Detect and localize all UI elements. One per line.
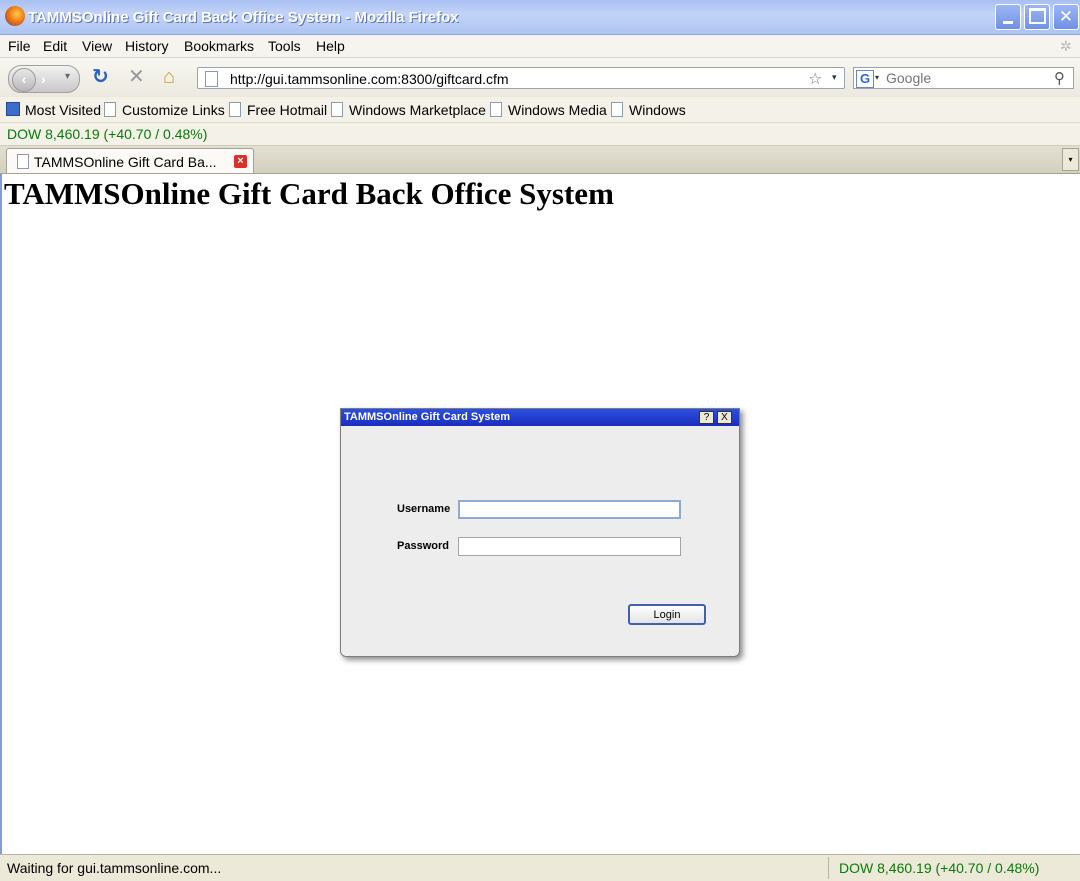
menu-help[interactable]: Help	[316, 38, 345, 54]
menu-edit[interactable]: Edit	[43, 38, 67, 54]
username-input[interactable]	[458, 500, 681, 519]
menu-history[interactable]: History	[125, 38, 169, 54]
password-label: Password	[397, 540, 449, 552]
bookmark-star-icon[interactable]: ☆	[808, 69, 822, 89]
login-button[interactable]: Login	[628, 604, 706, 625]
bookmarks-toolbar: Most Visited Customize Links Free Hotmai…	[0, 97, 1080, 123]
search-bar[interactable]: G ▾ ⚲	[853, 67, 1074, 89]
page-icon	[611, 102, 623, 117]
tab-list-button[interactable]: ▾	[1062, 148, 1079, 171]
page-icon	[205, 71, 218, 87]
close-window-button[interactable]: ✕	[1053, 4, 1079, 30]
firefox-logo-icon	[5, 6, 25, 26]
menu-view[interactable]: View	[82, 38, 112, 54]
bookmark-customize-links[interactable]: Customize Links	[104, 102, 225, 118]
page-icon	[104, 102, 116, 117]
throbber-icon: ✲	[1060, 38, 1072, 54]
history-dropdown-icon[interactable]: ▾	[65, 71, 70, 82]
status-text: Waiting for gui.tammsonline.com...	[7, 860, 222, 876]
reload-icon[interactable]: ↻	[92, 67, 109, 87]
maximize-button[interactable]	[1024, 4, 1050, 30]
bookmark-free-hotmail[interactable]: Free Hotmail	[229, 102, 327, 118]
password-input[interactable]	[458, 537, 681, 556]
close-icon: ✕	[1058, 7, 1074, 26]
chevron-down-icon: ▾	[1068, 155, 1073, 164]
status-divider	[828, 857, 829, 879]
minimize-icon	[1003, 21, 1013, 24]
back-forward-group: ‹ › ▾	[8, 65, 80, 93]
dialog-help-button[interactable]: ?	[699, 411, 714, 424]
maximize-icon	[1028, 8, 1046, 25]
most-visited-icon	[6, 102, 20, 116]
tab-giftcard[interactable]: TAMMSOnline Gift Card Ba... ×	[6, 148, 254, 173]
stock-ticker-bar: DOW 8,460.19 (+40.70 / 0.48%)	[0, 123, 1080, 146]
stock-ticker-text[interactable]: DOW 8,460.19 (+40.70 / 0.48%)	[7, 126, 207, 142]
dialog-titlebar[interactable]: TAMMSOnline Gift Card System ? X	[341, 409, 739, 426]
forward-button[interactable]: ›	[41, 71, 46, 87]
menu-file[interactable]: File	[8, 38, 31, 54]
back-button[interactable]: ‹	[12, 68, 36, 92]
menu-bar: File Edit View History Bookmarks Tools H…	[0, 35, 1080, 58]
tab-close-icon[interactable]: ×	[234, 155, 247, 168]
page-heading: TAMMSOnline Gift Card Back Office System	[4, 176, 614, 211]
status-ticker-text[interactable]: DOW 8,460.19 (+40.70 / 0.48%)	[839, 860, 1039, 876]
bookmark-windows-media[interactable]: Windows Media	[490, 102, 607, 118]
menu-bookmarks[interactable]: Bookmarks	[184, 38, 254, 54]
search-icon[interactable]: ⚲	[1054, 69, 1065, 87]
dialog-title: TAMMSOnline Gift Card System	[344, 411, 511, 423]
tab-strip: TAMMSOnline Gift Card Ba... × ▾	[0, 146, 1080, 174]
status-bar: Waiting for gui.tammsonline.com... DOW 8…	[0, 854, 1080, 881]
bookmark-most-visited[interactable]: Most Visited	[6, 102, 101, 118]
url-dropdown-icon[interactable]: ▾	[832, 72, 837, 83]
login-dialog: TAMMSOnline Gift Card System ? X Usernam…	[340, 408, 740, 657]
bookmark-windows[interactable]: Windows	[611, 102, 686, 118]
back-arrow-icon: ‹	[21, 71, 27, 87]
google-engine-icon[interactable]: G	[856, 70, 874, 88]
stop-icon[interactable]: ✕	[128, 67, 145, 87]
window-title: TAMMSOnline Gift Card Back Office System…	[28, 9, 459, 26]
page-icon	[331, 102, 343, 117]
bookmark-windows-marketplace[interactable]: Windows Marketplace	[331, 102, 486, 118]
page-icon	[490, 102, 502, 117]
page-icon	[17, 154, 29, 169]
home-icon[interactable]: ⌂	[163, 67, 175, 87]
url-text[interactable]: http://gui.tammsonline.com:8300/giftcard…	[230, 71, 509, 87]
dialog-close-button[interactable]: X	[717, 411, 732, 424]
engine-dropdown-icon[interactable]: ▾	[875, 73, 879, 82]
username-label: Username	[397, 503, 451, 515]
url-bar[interactable]: http://gui.tammsonline.com:8300/giftcard…	[197, 67, 845, 89]
minimize-button[interactable]	[995, 4, 1021, 30]
tab-title: TAMMSOnline Gift Card Ba...	[34, 154, 217, 170]
page-icon	[229, 102, 241, 117]
menu-tools[interactable]: Tools	[268, 38, 301, 54]
window-titlebar[interactable]: TAMMSOnline Gift Card Back Office System…	[0, 0, 1080, 35]
search-input[interactable]	[886, 69, 1046, 87]
